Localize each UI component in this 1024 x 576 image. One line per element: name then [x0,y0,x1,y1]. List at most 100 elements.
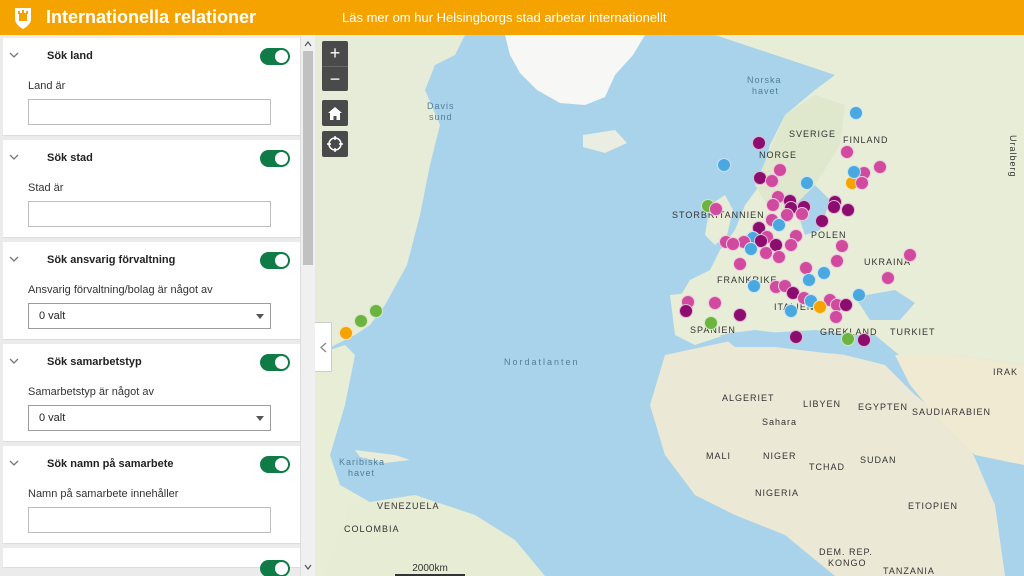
filter-card-land: Sök land Land är [3,38,300,136]
map-marker[interactable] [339,326,353,340]
map-marker[interactable] [881,271,895,285]
map-label: SAUDIARABIEN [912,407,992,417]
map-marker[interactable] [852,288,866,302]
map-label: NIGERIA [755,488,800,498]
stad-input[interactable] [28,201,271,227]
map-marker[interactable] [733,257,747,271]
map-marker[interactable] [717,158,731,172]
map-marker[interactable] [813,300,827,314]
map-marker[interactable] [733,308,747,322]
map-label: DEM. REP. [819,547,873,557]
map-marker[interactable] [747,279,761,293]
map-marker[interactable] [772,250,786,264]
map-label: havet [752,86,780,96]
map-label: Sahara [762,417,798,427]
map-marker[interactable] [830,254,844,268]
filter-toggle[interactable] [260,252,290,269]
map-marker[interactable] [784,238,798,252]
chevron-left-icon [319,342,326,352]
land-input[interactable] [28,99,271,125]
map-marker[interactable] [765,174,779,188]
collapse-sidebar-button[interactable] [315,322,332,372]
map-marker[interactable] [709,202,723,216]
map-marker[interactable] [704,316,718,330]
map-label: Davis [427,101,455,111]
map-label: EGYPTEN [858,402,909,412]
map-marker[interactable] [903,248,917,262]
filter-sidebar: Sök land Land är Sök stad Stad är Sök an… [0,35,315,576]
map-marker[interactable] [857,333,871,347]
filter-toggle[interactable] [260,560,290,576]
map-marker[interactable] [752,136,766,150]
filter-title: Sök samarbetstyp [47,356,142,368]
map-marker[interactable] [829,310,843,324]
filter-toggle[interactable] [260,456,290,473]
map-marker[interactable] [708,296,722,310]
map-marker[interactable] [817,266,831,280]
map-marker[interactable] [827,200,841,214]
map-label: sund [429,112,453,122]
map-marker[interactable] [841,332,855,346]
map-marker[interactable] [802,273,816,287]
map-marker[interactable] [849,106,863,120]
select-value: 0 valt [39,310,66,322]
chevron-down-icon[interactable] [9,254,19,264]
map-marker[interactable] [840,145,854,159]
map-marker[interactable] [839,298,853,312]
map-marker[interactable] [789,330,803,344]
city-crest-icon [12,5,34,31]
crosshair-icon [327,136,343,152]
filter-toggle[interactable] [260,150,290,167]
map-marker[interactable] [744,242,758,256]
sidebar-scrollbar[interactable] [300,35,315,576]
map-marker[interactable] [784,304,798,318]
map-marker[interactable] [835,239,849,253]
locate-button[interactable] [322,131,348,157]
filter-card-stad: Sök stad Stad är [3,140,300,238]
map-marker[interactable] [873,160,887,174]
scroll-up-icon[interactable] [301,37,315,51]
scroll-down-icon[interactable] [301,560,315,574]
chevron-down-icon[interactable] [9,356,19,366]
map-marker[interactable] [354,314,368,328]
map-marker[interactable] [759,246,773,260]
map-marker[interactable] [679,304,693,318]
home-button[interactable] [322,100,348,126]
filter-list: Sök land Land är Sök stad Stad är Sök an… [0,35,300,576]
map-label: TURKIET [890,327,936,337]
info-link[interactable]: Läs mer om hur Helsingborgs stad arbetar… [342,10,666,25]
zoom-in-button[interactable]: + [322,41,348,66]
filter-toggle[interactable] [260,354,290,371]
map-label: Karibiska [339,457,386,467]
filter-title: Sök ansvarig förvaltning [47,254,176,266]
map-marker[interactable] [795,207,809,221]
app-header: Internationella relationer Läs mer om hu… [0,0,1024,35]
map-label: KONGO [828,558,867,568]
map-label: Uralberg [1008,135,1018,178]
map-view[interactable]: Davis sund Norska havet SVERIGE FINLAND … [315,35,1024,576]
map-marker[interactable] [841,203,855,217]
map-marker[interactable] [369,304,383,318]
forvaltning-select[interactable]: 0 valt [28,303,271,329]
zoom-out-button[interactable]: − [322,66,348,91]
chevron-down-icon[interactable] [9,152,19,162]
chevron-down-icon[interactable] [9,50,19,60]
map-marker[interactable] [772,218,786,232]
map-marker[interactable] [855,176,869,190]
map-marker[interactable] [800,176,814,190]
map-label: IRAK [993,367,1019,377]
map-label: TANZANIA [883,566,935,576]
chevron-down-icon[interactable] [9,458,19,468]
select-value: 0 valt [39,412,66,424]
filter-card-namn: Sök namn på samarbete Namn på samarbete … [3,446,300,544]
namn-input[interactable] [28,507,271,533]
samarbetstyp-select[interactable]: 0 valt [28,405,271,431]
map-marker[interactable] [815,214,829,228]
map-label: LIBYEN [803,399,842,409]
filter-toggle[interactable] [260,48,290,65]
caret-down-icon [256,416,264,421]
map-marker[interactable] [726,237,740,251]
map-marker[interactable] [766,198,780,212]
scroll-thumb[interactable] [303,51,313,265]
filter-card-samarbetstyp: Sök samarbetstyp Samarbetstyp är något a… [3,344,300,442]
